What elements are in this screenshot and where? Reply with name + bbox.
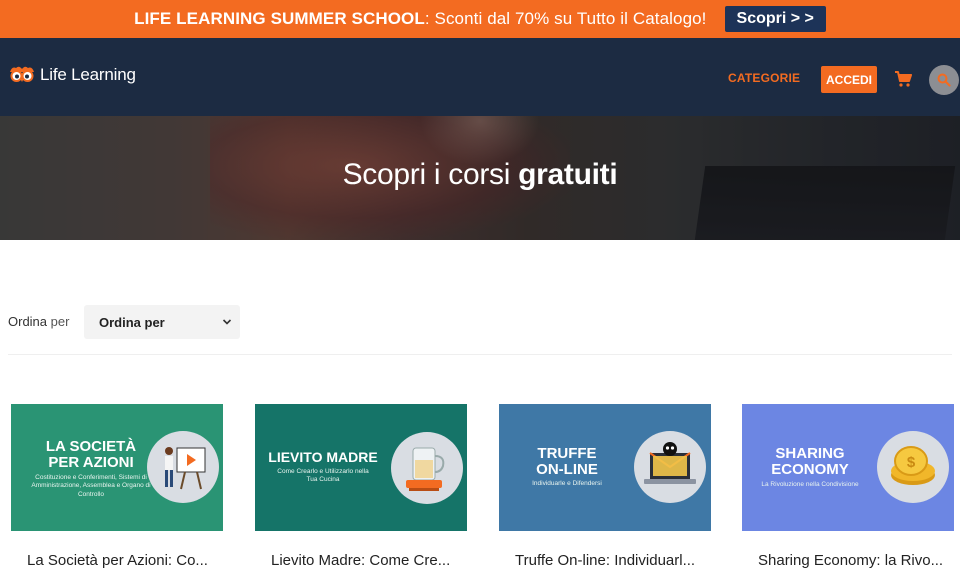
thumb-subtitle: Individuarle e Difendersi: [532, 480, 602, 487]
jar-icon: [391, 432, 463, 504]
sort-select[interactable]: Ordina per: [84, 305, 240, 339]
promo-offer-text: : Sconti dal 70% su Tutto il Catalogo!: [424, 9, 707, 28]
course-thumbnail[interactable]: TRUFFE ON-LINE Individuarle e Difendersi: [499, 404, 711, 531]
promo-discover-button[interactable]: Scopri > >: [724, 6, 826, 32]
course-card[interactable]: TRUFFE ON-LINE Individuarle e Difendersi…: [499, 404, 711, 569]
sort-select-value: Ordina per: [99, 314, 165, 330]
logo-text: Life Learning: [40, 65, 136, 84]
owl-logo-icon: [10, 66, 34, 82]
search-icon: [937, 73, 951, 87]
divider: [8, 354, 952, 355]
course-title[interactable]: Lievito Madre: Come Cre...: [255, 552, 467, 569]
thumb-title-line: PER AZIONI: [48, 453, 134, 471]
page-title-regular: Scopri i corsi: [342, 158, 519, 191]
search-button[interactable]: [929, 65, 959, 95]
thumb-title-line: ON-LINE: [536, 460, 598, 478]
chevron-down-icon: [222, 319, 232, 325]
sort-label: Ordina per: [8, 314, 69, 329]
course-card[interactable]: LIEVITO MADRE Come Crearlo e Utilizzarlo…: [255, 404, 467, 569]
promo-text: LIFE LEARNING SUMMER SCHOOL: Sconti dal …: [134, 9, 706, 29]
promo-banner: LIFE LEARNING SUMMER SCHOOL: Sconti dal …: [0, 0, 960, 38]
course-card[interactable]: SHARING ECONOMY La Rivoluzione nella Con…: [742, 404, 954, 569]
login-button[interactable]: ACCEDI: [821, 66, 877, 93]
nav-categories-link[interactable]: CATEGORIE: [728, 71, 800, 85]
svg-text:$: $: [907, 454, 916, 471]
course-thumbnail[interactable]: LIEVITO MADRE Come Crearlo e Utilizzarlo…: [255, 404, 467, 531]
promo-bold-text: LIFE LEARNING SUMMER SCHOOL: [134, 9, 425, 28]
page-title: Scopri i corsi gratuiti: [0, 158, 960, 192]
presentation-board-icon: [147, 431, 219, 503]
thumb-subtitle: La Rivoluzione nella Condivisione: [761, 481, 859, 488]
course-thumbnail[interactable]: LA SOCIETÀ PER AZIONI Costituzione e Con…: [11, 404, 223, 531]
course-card[interactable]: LA SOCIETÀ PER AZIONI Costituzione e Con…: [11, 404, 223, 569]
thumb-title-line: LIEVITO MADRE: [268, 449, 378, 465]
coins-icon: $: [877, 431, 949, 503]
site-header: Life Learning CATEGORIE ACCEDI: [0, 38, 960, 116]
thumb-subtitle: Come Crearlo e Utilizzarlo nella Tua Cuc…: [277, 468, 369, 484]
sort-label-strong: Ordina: [8, 314, 48, 329]
thumb-subtitle: Costituzione e Conferimenti, Sistemi di …: [31, 474, 151, 498]
thumb-title-line: SHARING: [775, 445, 845, 462]
thumb-title-line: ECONOMY: [771, 460, 849, 478]
cart-icon[interactable]: [894, 70, 912, 88]
page-title-bold: gratuiti: [518, 158, 618, 191]
course-title[interactable]: La Società per Azioni: Co...: [11, 552, 223, 569]
course-title[interactable]: Sharing Economy: la Rivo...: [742, 552, 954, 569]
course-title[interactable]: Truffe On-line: Individuarl...: [499, 552, 711, 569]
logo[interactable]: Life Learning: [8, 64, 136, 86]
hero-banner: Scopri i corsi gratuiti: [0, 116, 960, 240]
sort-label-rest: per: [47, 314, 70, 329]
thumb-title-line: TRUFFE: [537, 445, 597, 462]
thumb-title-line: LA SOCIETÀ: [45, 438, 137, 455]
laptop-skull-icon: [634, 431, 706, 503]
course-thumbnail[interactable]: SHARING ECONOMY La Rivoluzione nella Con…: [742, 404, 954, 531]
